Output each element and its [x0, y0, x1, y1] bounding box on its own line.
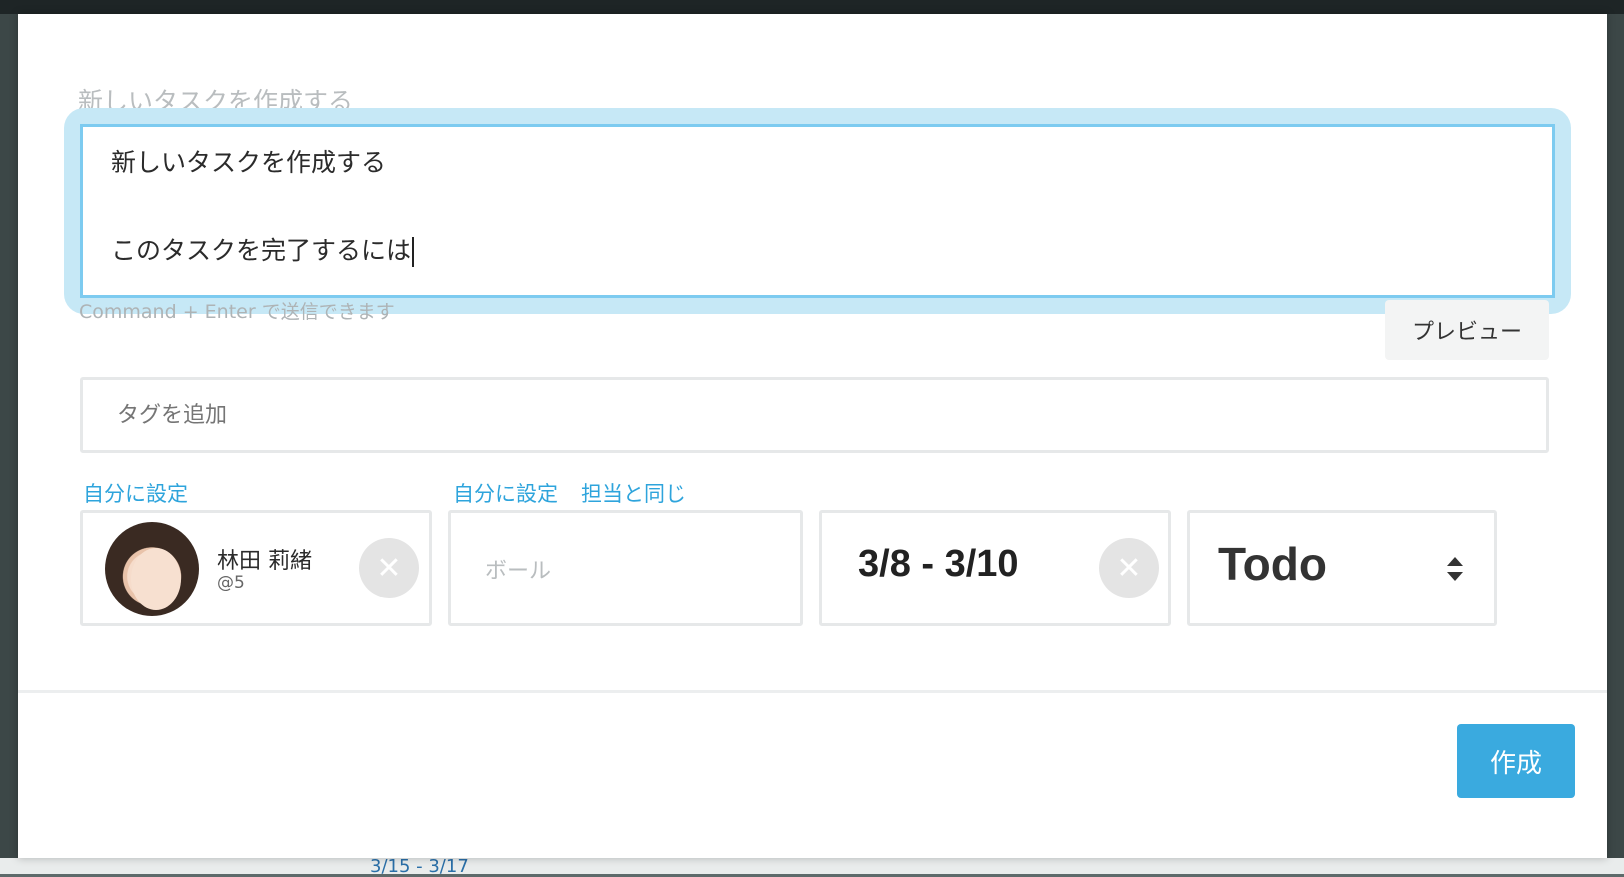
task-body-textarea[interactable]: 新しいタスクを作成する このタスクを完了するには: [80, 124, 1555, 298]
ball-field[interactable]: ボール: [448, 510, 803, 626]
assignee-handle: @5: [217, 573, 245, 593]
status-value: Todo: [1218, 538, 1327, 590]
ball-same-as-assignee-link[interactable]: 担当と同じ: [581, 478, 686, 508]
background-right-edge: [1607, 14, 1624, 874]
background-bottom-edge: [0, 858, 1624, 874]
ball-placeholder: ボール: [485, 559, 552, 584]
select-arrows-icon: [1447, 557, 1463, 581]
task-body-line2: このタスクを完了するには: [111, 236, 412, 265]
assignee-set-self-link[interactable]: 自分に設定: [83, 478, 188, 508]
create-button[interactable]: 作成: [1457, 724, 1575, 798]
footer-divider: [18, 690, 1607, 693]
status-select[interactable]: Todo: [1187, 510, 1497, 626]
send-shortcut-hint: Command + Enter で送信できます: [79, 301, 395, 323]
assignee-field[interactable]: 林田 莉緒 @5 ✕: [80, 510, 432, 626]
task-body-line1: 新しいタスクを作成する: [111, 148, 387, 177]
background-left-edge: [0, 14, 18, 874]
date-range-value: 3/8 - 3/10: [858, 543, 1019, 585]
create-task-modal: 新しいタスクを作成する 新しいタスクを作成する このタスクを完了するには Com…: [18, 14, 1607, 858]
tag-input[interactable]: [80, 377, 1549, 453]
assignee-name: 林田 莉緒: [217, 549, 312, 574]
avatar: [105, 522, 199, 616]
clear-date-icon[interactable]: ✕: [1099, 538, 1159, 598]
text-caret: [412, 237, 415, 267]
preview-button[interactable]: プレビュー: [1385, 300, 1549, 360]
ball-set-self-link[interactable]: 自分に設定: [453, 478, 558, 508]
clear-assignee-icon[interactable]: ✕: [359, 538, 419, 598]
date-range-field[interactable]: 3/8 - 3/10 ✕: [819, 510, 1171, 626]
background-topbar: [0, 0, 1624, 14]
